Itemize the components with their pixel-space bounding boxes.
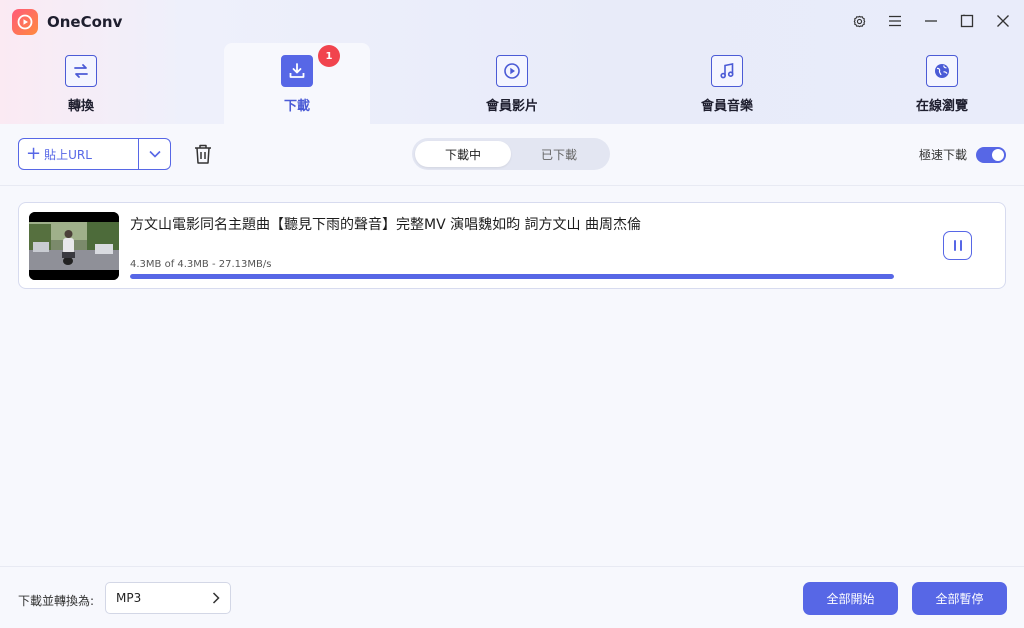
output-format-select[interactable]: MP3 [105, 582, 231, 614]
tab-member-music[interactable]: 會員音樂 [654, 43, 800, 124]
tab-label: 下載 [283, 99, 310, 114]
minimize-icon[interactable] [922, 12, 940, 30]
download-size-speed: 4.3MB of 4.3MB - 27.13MB/s [130, 259, 272, 270]
tab-online-browse[interactable]: 在線瀏覽 [869, 43, 1015, 124]
bottom-bar: 下載並轉換為: MP3 全部開始 全部暫停 [0, 566, 1024, 628]
tab-label: 轉換 [67, 99, 94, 114]
menu-icon[interactable] [886, 12, 904, 30]
tab-member-video[interactable]: 會員影片 [439, 43, 585, 124]
turbo-download-toggle[interactable] [976, 146, 1006, 163]
download-title: 方文山電影同名主題曲【聽見下雨的聲音】完整MV 演唱魏如昀 詞方文山 曲周杰倫 [130, 217, 642, 233]
pause-icon [953, 240, 956, 251]
download-count-badge: 1 [318, 45, 340, 67]
turbo-download-label: 極速下載 [918, 148, 967, 162]
tab-download[interactable]: 下載 1 [224, 43, 370, 124]
globe-icon [926, 55, 958, 87]
convert-to-label: 下載並轉換為: [18, 594, 95, 608]
plus-icon: + [26, 143, 42, 164]
start-all-button[interactable]: 全部開始 [803, 582, 898, 615]
delete-button[interactable] [192, 142, 214, 166]
tab-convert[interactable]: 轉換 [8, 43, 154, 124]
tab-label: 會員音樂 [700, 99, 753, 114]
tab-downloading[interactable]: 下載中 [415, 141, 511, 167]
tab-label: 會員影片 [485, 99, 538, 114]
video-thumbnail [29, 212, 119, 280]
paste-url-button[interactable]: + 貼上URL [19, 139, 139, 169]
main-tabs: 轉換 下載 1 會員影片 會員音樂 在線瀏覽 [0, 43, 1024, 124]
gear-icon[interactable] [850, 12, 868, 30]
play-icon [496, 55, 528, 87]
paste-options-dropdown[interactable] [139, 139, 170, 169]
title-bar: OneConv 轉換 下載 1 會員影片 會員音樂 在線瀏覽 [0, 0, 1024, 124]
window-controls [850, 12, 1012, 30]
close-icon[interactable] [994, 12, 1012, 30]
pause-download-button[interactable] [943, 231, 972, 260]
download-progress-fill [130, 274, 894, 279]
paste-url-label: 貼上URL [44, 147, 92, 162]
convert-icon [65, 55, 97, 87]
toggle-knob [992, 148, 1004, 161]
brand: OneConv [12, 9, 122, 35]
music-icon [711, 55, 743, 87]
chevron-right-icon [212, 592, 220, 604]
download-icon [281, 55, 313, 87]
download-progress-bar [130, 274, 894, 279]
tab-label: 在線瀏覽 [915, 99, 968, 114]
trash-icon [195, 144, 211, 164]
maximize-icon[interactable] [958, 12, 976, 30]
download-status-switch: 下載中 已下載 [412, 138, 610, 170]
download-toolbar: + 貼上URL 下載中 已下載 極速下載 [0, 124, 1024, 186]
pause-icon [959, 240, 962, 251]
tab-downloaded[interactable]: 已下載 [511, 141, 607, 167]
output-format-value: MP3 [116, 591, 142, 605]
turbo-download: 極速下載 [919, 146, 1006, 163]
paste-url-group: + 貼上URL [18, 138, 171, 170]
pause-all-button[interactable]: 全部暫停 [912, 582, 1007, 615]
download-item: 方文山電影同名主題曲【聽見下雨的聲音】完整MV 演唱魏如昀 詞方文山 曲周杰倫 … [18, 202, 1006, 289]
app-title: OneConv [47, 13, 123, 31]
chevron-down-icon [148, 150, 161, 158]
app-logo-icon [12, 9, 38, 35]
